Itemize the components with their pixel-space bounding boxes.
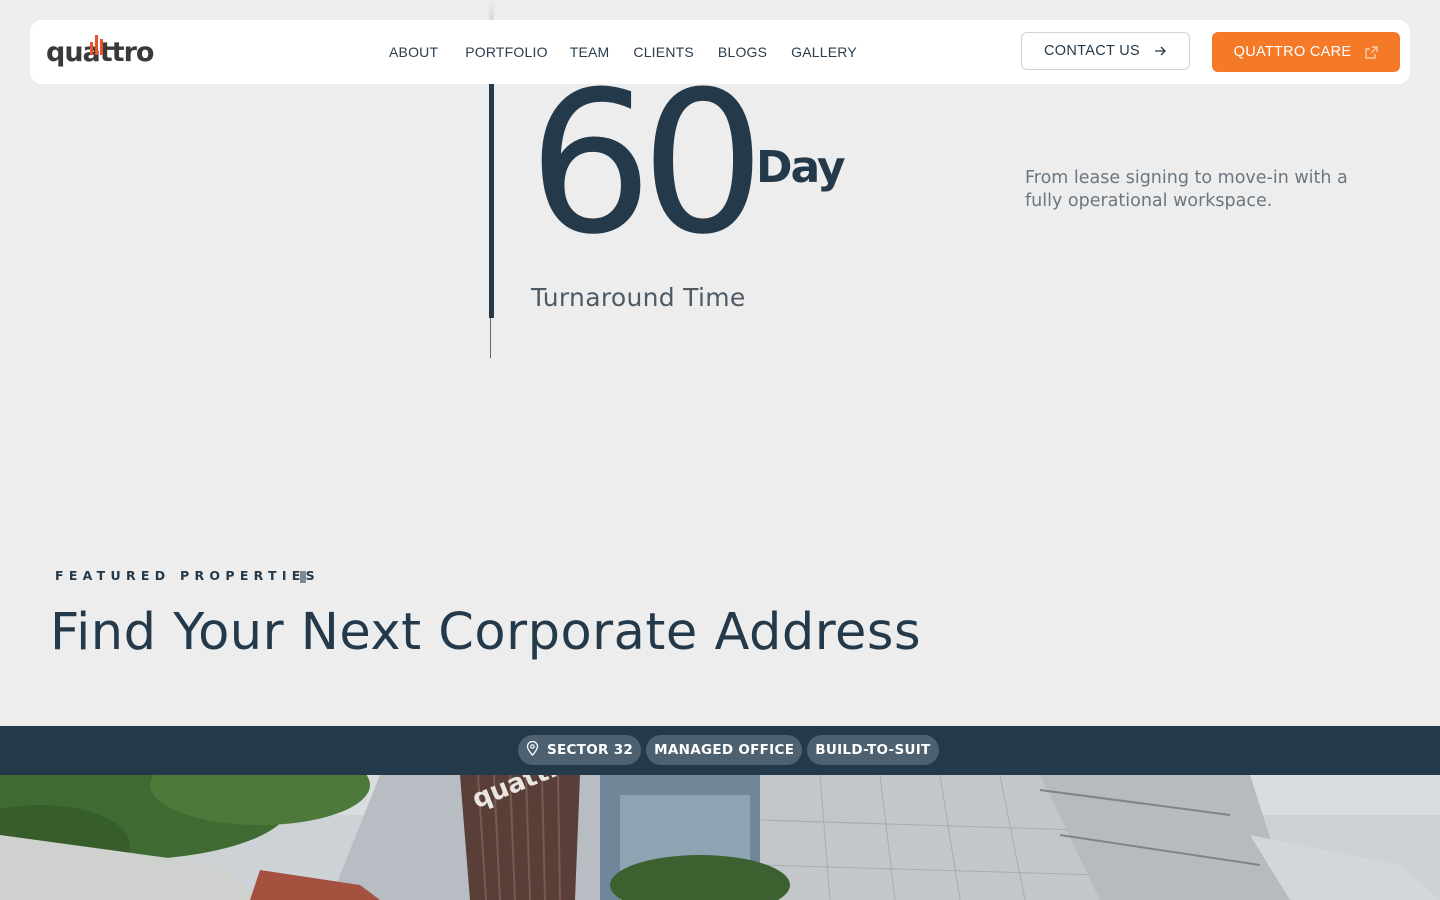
nav-gallery[interactable]: GALLERY	[791, 44, 857, 60]
build-tag-label: BUILD-TO-SUIT	[815, 742, 931, 758]
nav-clients[interactable]: CLIENTS	[633, 44, 694, 60]
eyebrow-marker	[300, 571, 306, 583]
nav-about[interactable]: ABOUT	[389, 44, 438, 60]
quattro-care-label: QUATTRO CARE	[1233, 44, 1352, 60]
logo-bars-icon	[90, 35, 104, 55]
location-tag: SECTOR 32	[518, 735, 642, 765]
property-tag-bar: SECTOR 32 MANAGED OFFICE BUILD-TO-SUIT	[0, 726, 1440, 775]
arrow-right-icon	[1154, 45, 1167, 57]
type-tag: MANAGED OFFICE	[646, 735, 803, 765]
build-tag: BUILD-TO-SUIT	[807, 735, 939, 765]
property-tags: SECTOR 32 MANAGED OFFICE BUILD-TO-SUIT	[518, 735, 939, 765]
section-eyebrow: FEATURED PROPERTIES	[55, 568, 320, 583]
nav-team[interactable]: TEAM	[570, 44, 610, 60]
nav-blogs[interactable]: BLOGS	[718, 44, 767, 60]
quattro-care-button[interactable]: QUATTRO CARE	[1212, 32, 1400, 72]
divider-fade	[489, 0, 494, 20]
stat-number: 60	[528, 50, 765, 278]
stat-thin-rule	[490, 318, 491, 358]
site-header: quattro ABOUT PORTFOLIO TEAM CLIENTS BLO…	[30, 20, 1410, 84]
nav-portfolio[interactable]: PORTFOLIO	[465, 44, 547, 60]
stat-accent-rule	[489, 84, 494, 318]
location-tag-label: SECTOR 32	[547, 742, 634, 758]
type-tag-label: MANAGED OFFICE	[654, 742, 795, 758]
stat-unit: Day	[756, 142, 846, 193]
property-photo[interactable]: quattro	[0, 775, 1440, 900]
stat-label: Turnaround Time	[531, 283, 746, 312]
contact-us-button[interactable]: CONTACT US	[1021, 32, 1190, 70]
external-link-icon	[1365, 45, 1378, 59]
map-pin-icon	[526, 740, 539, 760]
contact-us-label: CONTACT US	[1044, 43, 1140, 59]
quattro-logo[interactable]: quattro	[46, 32, 154, 72]
section-heading: Find Your Next Corporate Address	[50, 603, 922, 662]
stat-description: From lease signing to move-in with a ful…	[1025, 168, 1348, 211]
main-nav: ABOUT PORTFOLIO TEAM CLIENTS BLOGS GALLE…	[389, 20, 881, 84]
